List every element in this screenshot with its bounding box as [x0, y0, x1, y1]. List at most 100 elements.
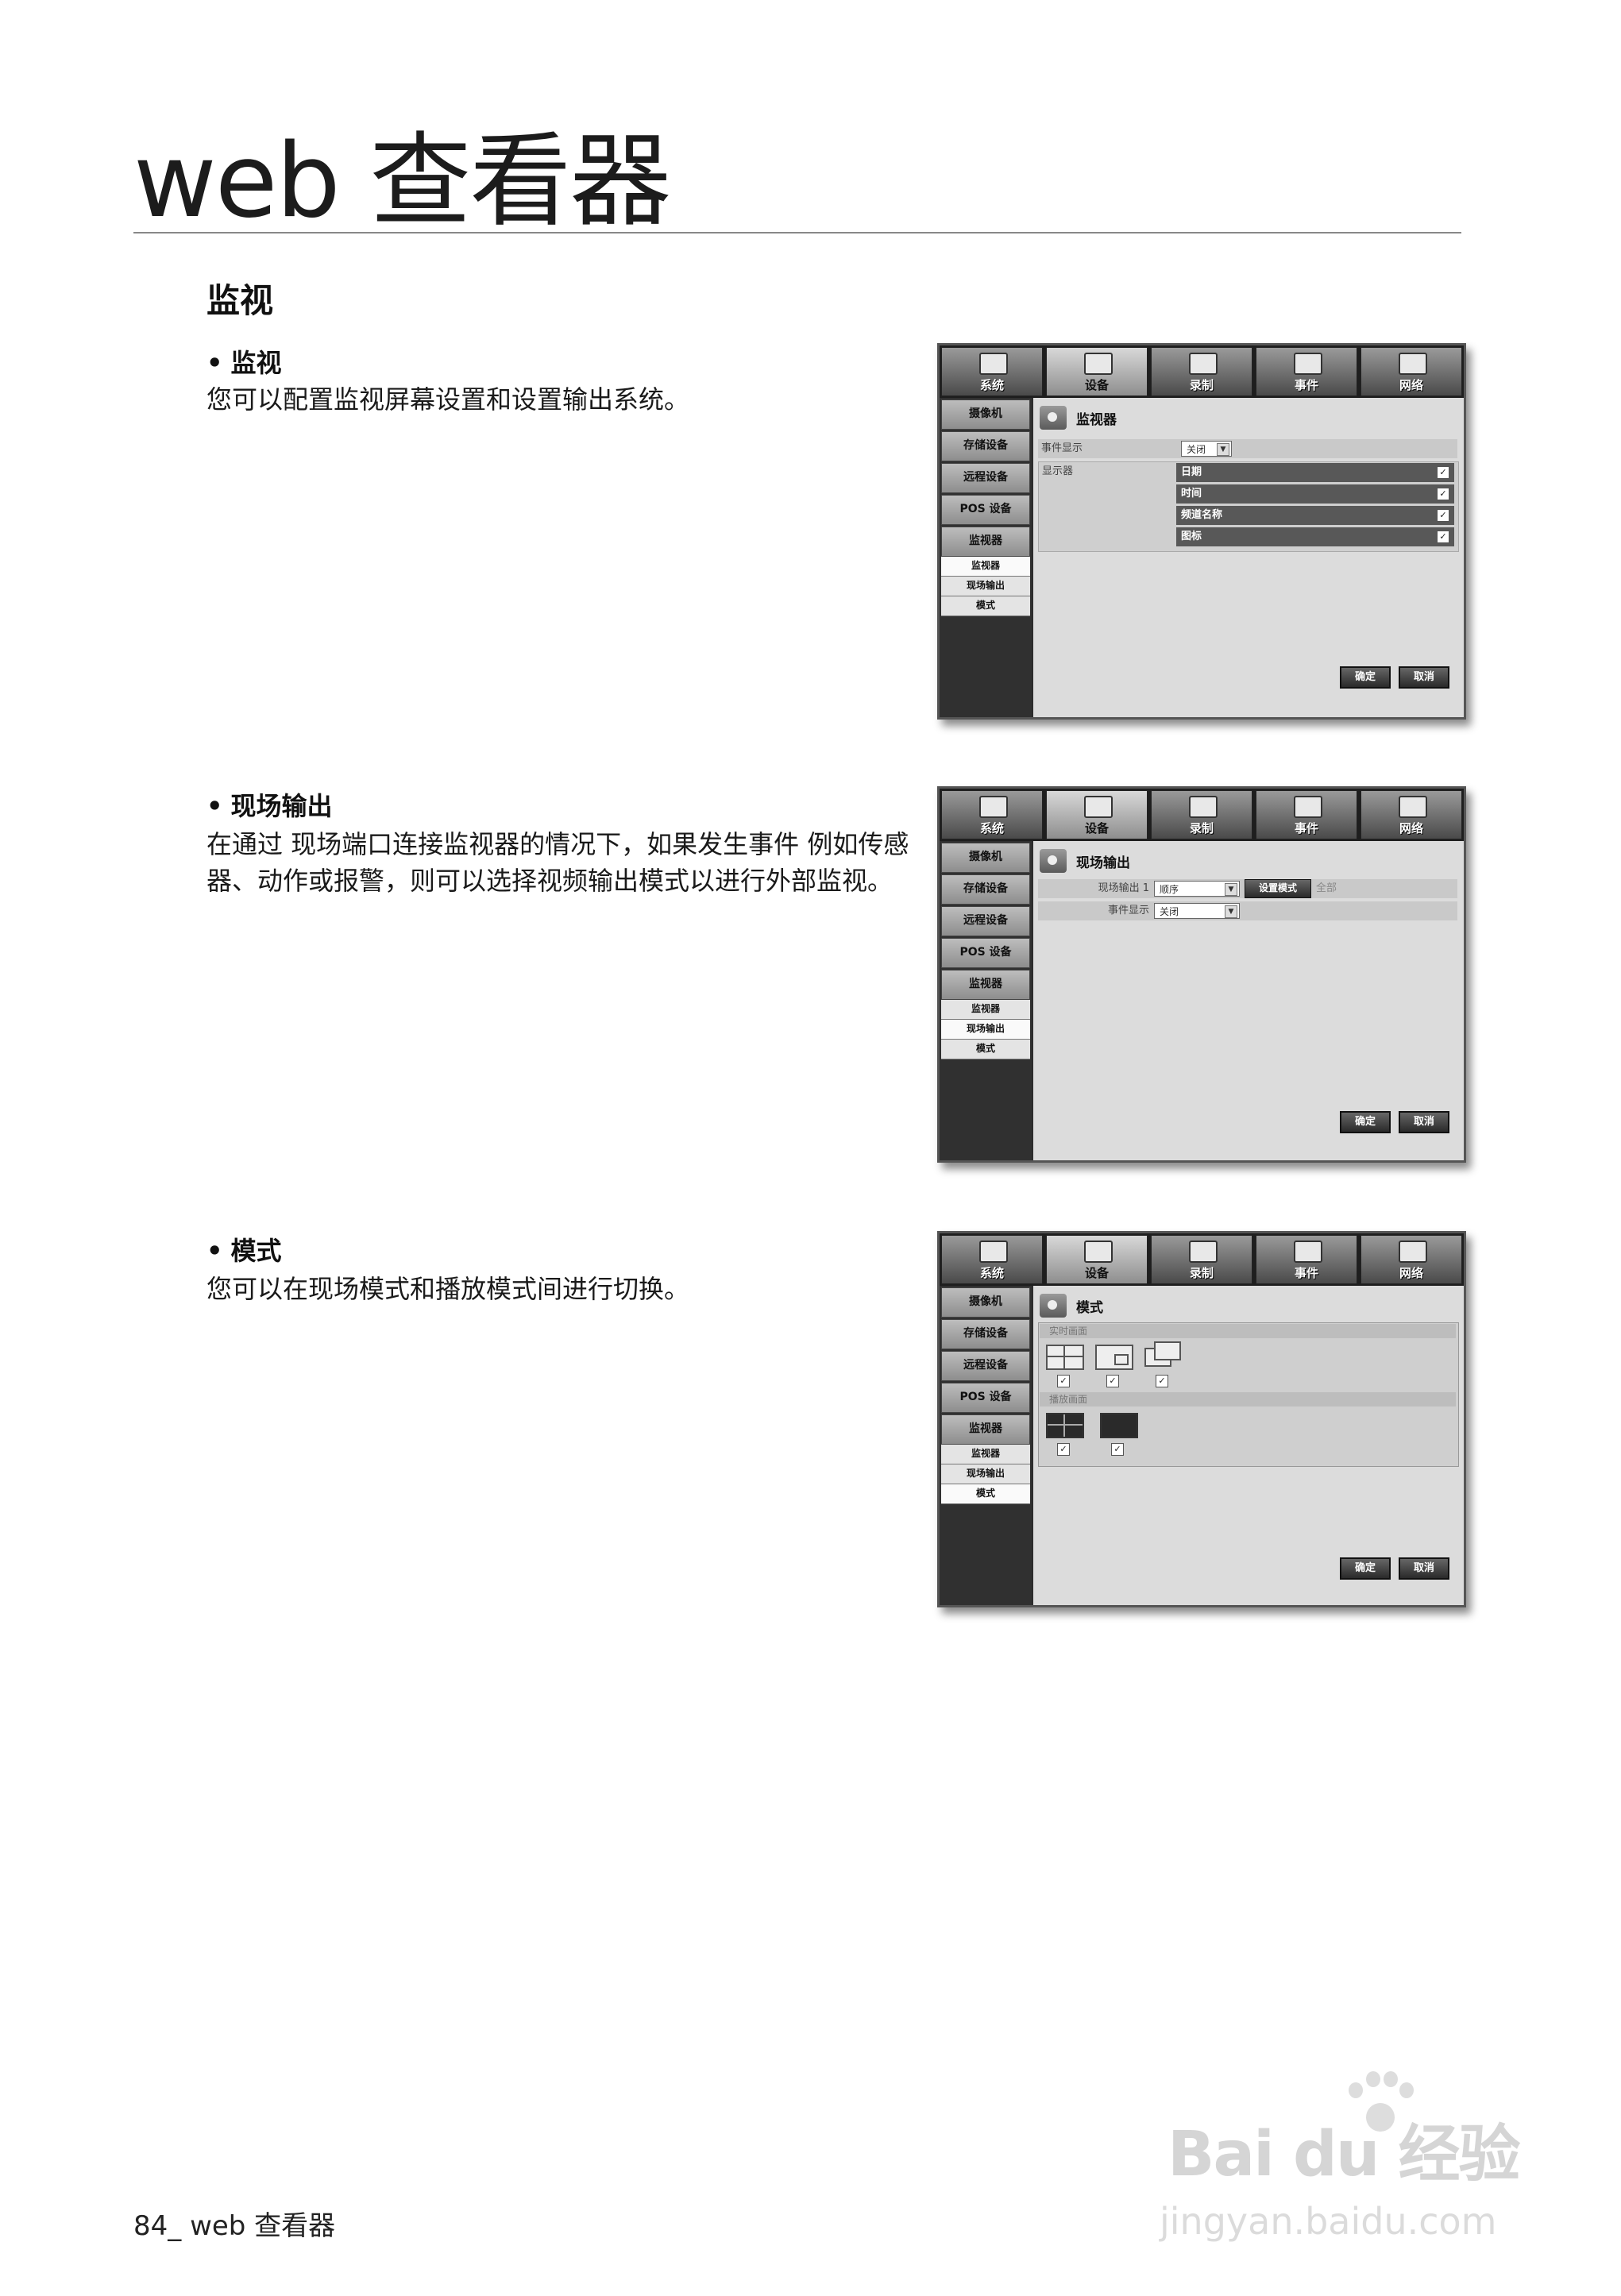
set-mode-button[interactable]: 设置模式 [1245, 879, 1311, 898]
sidebar-sub-live-out[interactable]: 现场输出 [941, 1464, 1030, 1484]
item-desc-monitor: 您可以配置监视屏幕设置和设置输出系统。 [206, 384, 690, 415]
sidebar-sub-mode[interactable]: 模式 [941, 1484, 1030, 1504]
screenshot-mode: 系统 设备 录制 事件 网络 摄像机 存储设备 远程设备 POS 设备 监视器 … [937, 1231, 1466, 1607]
quad-checkbox[interactable]: ✓ [1057, 1375, 1070, 1387]
tab-network[interactable]: 网络 [1360, 790, 1462, 839]
watermark-logo: Bai du 经验 [1168, 2119, 1520, 2190]
channel-checkbox[interactable]: ✓ [1437, 509, 1449, 522]
monitor-icon [1040, 406, 1067, 430]
icon-checkbox[interactable]: ✓ [1437, 531, 1449, 543]
tab-bar: 系统 设备 录制 事件 网络 [940, 345, 1464, 398]
camera-icon [1084, 1241, 1113, 1263]
sidebar-item-storage[interactable]: 存储设备 [941, 874, 1030, 905]
chevron-down-icon: ▼ [1225, 883, 1237, 896]
sidebar-sub-live-out[interactable]: 现场输出 [941, 1020, 1030, 1040]
tab-system[interactable]: 系统 [941, 1235, 1043, 1284]
record-icon [1189, 796, 1218, 818]
display-row-time: 时间 [1176, 484, 1454, 504]
tab-event[interactable]: 事件 [1256, 790, 1357, 839]
live-screen-header: 实时画面 [1040, 1324, 1456, 1338]
pip-checkbox[interactable]: ✓ [1106, 1375, 1119, 1387]
tab-record[interactable]: 录制 [1151, 1235, 1252, 1284]
tab-event[interactable]: 事件 [1256, 1235, 1357, 1284]
camera-icon [1084, 353, 1113, 375]
sidebar-item-camera[interactable]: 摄像机 [941, 399, 1030, 430]
event-icon [1294, 796, 1322, 818]
sidebar-item-pos[interactable]: POS 设备 [941, 938, 1030, 968]
tab-network[interactable]: 网络 [1360, 347, 1462, 396]
sidebar-item-monitor[interactable]: 监视器 [941, 1414, 1030, 1445]
multi-checkbox[interactable]: ✓ [1156, 1375, 1168, 1387]
sidebar-item-remote[interactable]: 远程设备 [941, 906, 1030, 936]
sidebar-item-remote[interactable]: 远程设备 [941, 1351, 1030, 1381]
sidebar-item-camera[interactable]: 摄像机 [941, 1287, 1030, 1318]
live-out-select[interactable]: 顺序 ▼ [1154, 881, 1240, 897]
item-desc-mode: 您可以在现场模式和播放模式间进行切换。 [206, 1274, 690, 1304]
tab-record[interactable]: 录制 [1151, 790, 1252, 839]
main-panel: 监视器 事件显示 关闭 ▼ 显示器 日期 时间 频道名称 图标 ✓ ✓ ✓ ✓ 确… [1033, 398, 1464, 717]
event-display-row: 事件显示 [1038, 901, 1457, 920]
sidebar: 摄像机 存储设备 远程设备 POS 设备 监视器 监视器 现场输出 模式 [940, 398, 1032, 717]
camera-icon [1084, 796, 1113, 818]
display-row-channel: 频道名称 [1176, 506, 1454, 525]
tab-device[interactable]: 设备 [1046, 790, 1148, 839]
time-checkbox[interactable]: ✓ [1437, 488, 1449, 500]
sidebar-sub-monitor[interactable]: 监视器 [941, 1000, 1030, 1020]
network-icon [1399, 353, 1427, 375]
display-row-icon: 图标 [1176, 527, 1454, 546]
playback-single-icon[interactable] [1100, 1413, 1138, 1438]
event-display-select[interactable]: 关闭 ▼ [1154, 903, 1240, 919]
ok-button[interactable]: 确定 [1340, 1111, 1391, 1133]
sidebar: 摄像机 存储设备 远程设备 POS 设备 监视器 监视器 现场输出 模式 [940, 1286, 1032, 1605]
live-out-icon [1040, 849, 1067, 873]
event-display-row: 事件显示 [1038, 439, 1457, 458]
sidebar-sub-monitor[interactable]: 监视器 [941, 557, 1030, 577]
main-panel: 现场输出 现场输出 1 顺序 ▼ 设置模式 全部 事件显示 关闭 ▼ 确定 取消 [1033, 841, 1464, 1160]
sidebar-item-remote[interactable]: 远程设备 [941, 463, 1030, 493]
cancel-button[interactable]: 取消 [1399, 1557, 1449, 1580]
cancel-button[interactable]: 取消 [1399, 666, 1449, 689]
tab-bar: 系统 设备 录制 事件 网络 [940, 1233, 1464, 1286]
screenshot-live-out: 系统 设备 录制 事件 网络 摄像机 存储设备 远程设备 POS 设备 监视器 … [937, 786, 1466, 1163]
pip-layout-icon[interactable] [1095, 1345, 1133, 1370]
tab-network[interactable]: 网络 [1360, 1235, 1462, 1284]
system-icon [979, 1241, 1008, 1263]
sidebar-sub-live-out[interactable]: 现场输出 [941, 577, 1030, 596]
sidebar-item-storage[interactable]: 存储设备 [941, 431, 1030, 461]
tab-record[interactable]: 录制 [1151, 347, 1252, 396]
sidebar-sub-mode[interactable]: 模式 [941, 596, 1030, 616]
tab-event[interactable]: 事件 [1256, 347, 1357, 396]
page-title: web 查看器 [133, 122, 671, 241]
playback-screen-header: 播放画面 [1040, 1392, 1456, 1407]
sidebar-item-storage[interactable]: 存储设备 [941, 1319, 1030, 1349]
sidebar-item-pos[interactable]: POS 设备 [941, 1383, 1030, 1413]
system-icon [979, 353, 1008, 375]
page-footer: 84_ web 查看器 [133, 2210, 336, 2242]
tab-system[interactable]: 系统 [941, 790, 1043, 839]
cancel-button[interactable]: 取消 [1399, 1111, 1449, 1133]
tab-device[interactable]: 设备 [1046, 347, 1148, 396]
playback-quad-icon[interactable] [1046, 1413, 1084, 1438]
sidebar-sub-monitor[interactable]: 监视器 [941, 1445, 1030, 1464]
ok-button[interactable]: 确定 [1340, 1557, 1391, 1580]
network-icon [1399, 1241, 1427, 1263]
playback-single-checkbox[interactable]: ✓ [1111, 1443, 1124, 1456]
tab-device[interactable]: 设备 [1046, 1235, 1148, 1284]
playback-quad-checkbox[interactable]: ✓ [1057, 1443, 1070, 1456]
event-icon [1294, 353, 1322, 375]
tab-bar: 系统 设备 录制 事件 网络 [940, 789, 1464, 841]
date-checkbox[interactable]: ✓ [1437, 466, 1449, 479]
quad-layout-icon[interactable] [1046, 1345, 1084, 1370]
sidebar-item-camera[interactable]: 摄像机 [941, 843, 1030, 873]
sidebar-item-pos[interactable]: POS 设备 [941, 495, 1030, 525]
watermark-url: jingyan.baidu.com [1160, 2200, 1497, 2243]
multi-layout-icon[interactable] [1144, 1341, 1181, 1367]
event-display-select[interactable]: 关闭 ▼ [1181, 441, 1232, 457]
tab-system[interactable]: 系统 [941, 347, 1043, 396]
sidebar-item-monitor[interactable]: 监视器 [941, 527, 1030, 557]
ok-button[interactable]: 确定 [1340, 666, 1391, 689]
sidebar-item-monitor[interactable]: 监视器 [941, 970, 1030, 1000]
all-label: 全部 [1316, 882, 1337, 894]
sidebar-sub-mode[interactable]: 模式 [941, 1040, 1030, 1059]
item-heading-mode: • 模式 [206, 1236, 282, 1266]
